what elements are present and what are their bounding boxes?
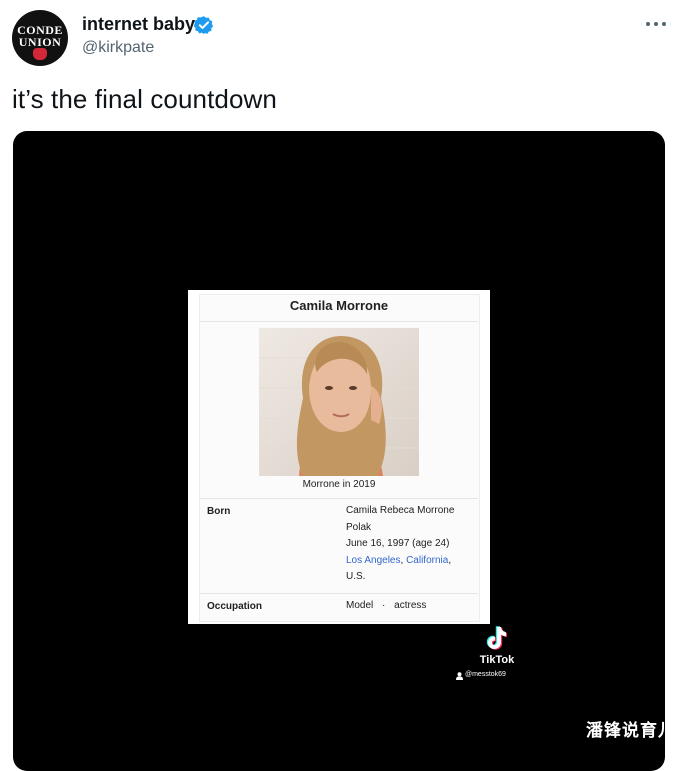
portrait-photo	[259, 328, 419, 476]
tweet-text: it’s the final countdown	[12, 84, 277, 114]
source-watermark: 潘锋说育儿	[586, 721, 676, 741]
born-name-line2: Polak	[346, 521, 372, 533]
image-caption: Morrone in 2019	[302, 479, 376, 490]
link-california[interactable]: California	[406, 555, 448, 566]
tiktok-brand: TikTok	[479, 654, 515, 666]
born-country: U.S.	[346, 571, 366, 583]
more-options-icon[interactable]	[645, 13, 667, 35]
born-name-line1: Camila Rebeca Morrone	[346, 505, 455, 516]
link-los-angeles[interactable]: Los Angeles	[346, 555, 401, 566]
occupation-value: Model · actress	[346, 598, 426, 615]
born-place: Los Angeles, California,	[346, 553, 454, 570]
born-value: Camila Rebeca Morrone Polak June 16, 199…	[346, 503, 454, 586]
divider	[200, 593, 478, 594]
born-date: June 16, 1997 (age 24)	[346, 538, 450, 550]
divider	[200, 321, 478, 322]
place-separator-end: ,	[448, 554, 452, 566]
wikipedia-infobox: Camila Morrone Morrone in 2019 Born Cami…	[188, 290, 490, 624]
handle[interactable]: @kirkpate	[82, 39, 154, 57]
occupation-item: Model	[346, 600, 374, 611]
occupation-separator: ·	[382, 600, 386, 611]
avatar[interactable]: CONDE UNION	[12, 10, 68, 66]
verified-badge-icon	[194, 16, 214, 35]
user-icon	[456, 672, 463, 680]
occupation-label: Occupation	[207, 601, 263, 612]
fist-icon	[33, 48, 47, 60]
divider	[200, 498, 478, 499]
tiktok-logo-icon	[486, 626, 507, 650]
born-label: Born	[207, 506, 231, 517]
occupation-item: actress	[394, 600, 427, 611]
infobox-title: Camila Morrone	[289, 298, 389, 313]
tiktok-username: @messtok69	[465, 671, 506, 678]
display-name[interactable]: internet baby	[82, 14, 195, 35]
